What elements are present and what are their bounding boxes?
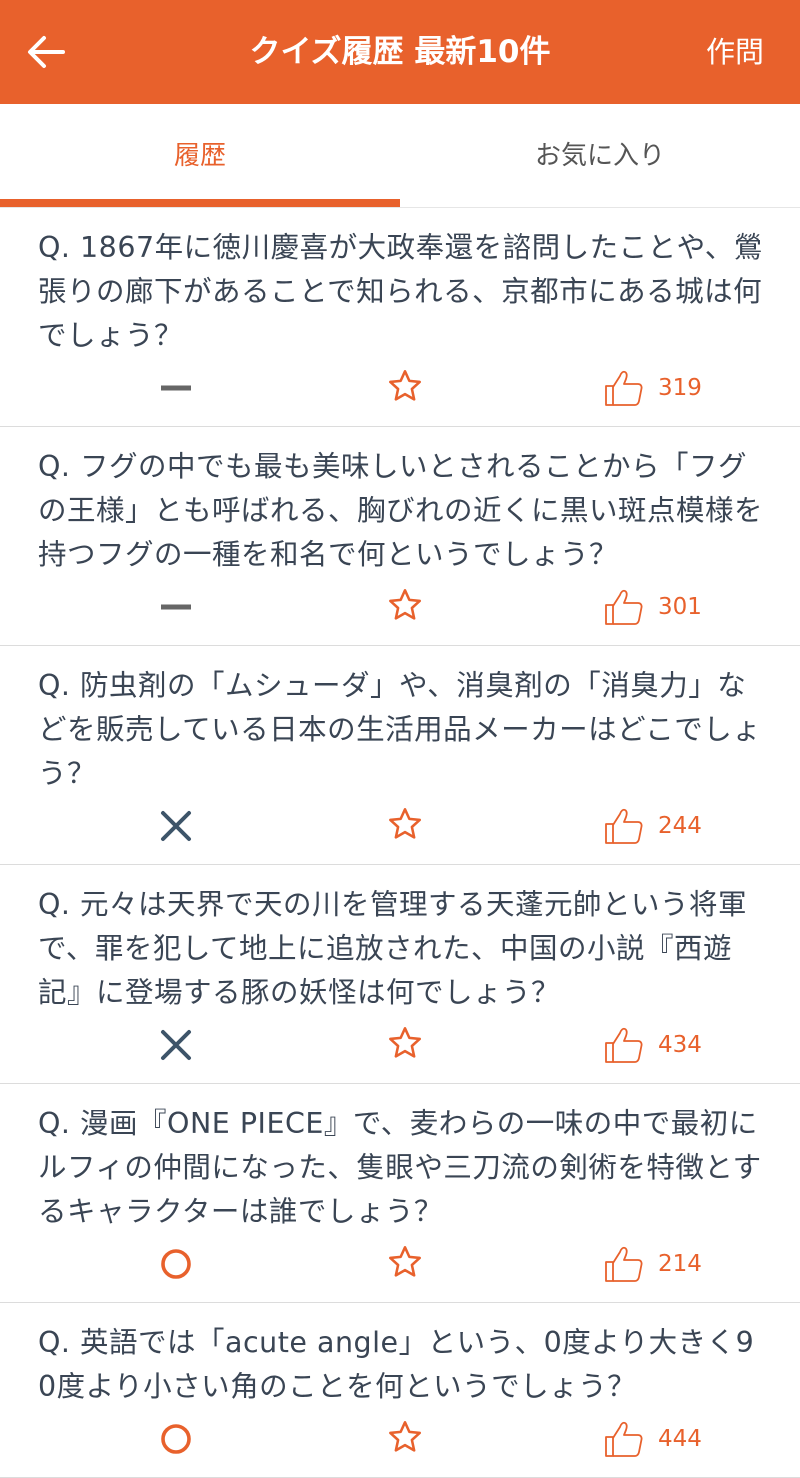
thumbs-up-icon bbox=[605, 589, 643, 625]
tab-favorites[interactable]: お気に入り bbox=[400, 104, 800, 208]
quiz-question: Q. 1867年に徳川慶喜が大政奉還を諮問したことや、鶯張りの廊下があることで知… bbox=[38, 231, 763, 352]
dash-icon bbox=[161, 385, 191, 391]
quiz-history-list: Q. 1867年に徳川慶喜が大政奉還を諮問したことや、鶯張りの廊下があることで知… bbox=[0, 208, 800, 1478]
page-title: クイズ履歴 最新10件 bbox=[249, 34, 551, 70]
answer-result bbox=[146, 581, 206, 633]
like-button[interactable]: 244 bbox=[604, 800, 702, 852]
star-outline-icon bbox=[389, 1027, 421, 1058]
active-tab-indicator bbox=[0, 199, 400, 207]
thumbs-up-icon bbox=[605, 808, 643, 844]
quiz-list-item[interactable]: Q. 元々は天界で天の川を管理する天蓬元帥という将軍で、罪を犯して地上に追放され… bbox=[0, 865, 800, 1084]
star-outline-icon bbox=[389, 808, 421, 839]
quiz-item-actions: 244 bbox=[38, 796, 766, 864]
quiz-list-item[interactable]: Q. 英語では「acute angle」という、0度より大きく90度より小さい角… bbox=[0, 1303, 800, 1478]
like-count: 434 bbox=[658, 1032, 702, 1058]
like-button[interactable]: 434 bbox=[604, 1019, 702, 1071]
dash-icon bbox=[161, 604, 191, 610]
tab-bar: 履歴 お気に入り bbox=[0, 104, 800, 208]
quiz-question: Q. 元々は天界で天の川を管理する天蓬元帥という将軍で、罪を犯して地上に追放され… bbox=[38, 888, 748, 1009]
favorite-button[interactable] bbox=[383, 583, 427, 627]
answer-result bbox=[146, 1238, 206, 1290]
like-count: 214 bbox=[658, 1251, 702, 1277]
thumbs-up-icon bbox=[605, 1246, 643, 1282]
like-count: 444 bbox=[658, 1426, 702, 1452]
cross-icon bbox=[161, 811, 191, 841]
answer-result bbox=[146, 362, 206, 414]
quiz-item-actions: 444 bbox=[38, 1409, 766, 1477]
thumbs-up-icon bbox=[605, 1027, 643, 1063]
like-button[interactable]: 444 bbox=[604, 1413, 702, 1465]
favorite-button[interactable] bbox=[383, 1415, 427, 1459]
like-count: 319 bbox=[658, 375, 702, 401]
favorite-button[interactable] bbox=[383, 802, 427, 846]
quiz-list-item[interactable]: Q. フグの中でも最も美味しいとされることから「フグの王様」とも呼ばれる、胸びれ… bbox=[0, 427, 800, 646]
quiz-item-actions: 434 bbox=[38, 1015, 766, 1083]
like-count: 301 bbox=[658, 594, 702, 620]
answer-result bbox=[146, 1413, 206, 1465]
thumbs-up-icon bbox=[605, 370, 643, 406]
back-button[interactable] bbox=[24, 30, 68, 74]
thumbs-up-icon bbox=[605, 1421, 643, 1457]
cross-icon bbox=[161, 1030, 191, 1060]
star-outline-icon bbox=[389, 589, 421, 620]
like-button[interactable]: 301 bbox=[604, 581, 702, 633]
like-count: 244 bbox=[658, 813, 702, 839]
circle-icon bbox=[161, 1424, 191, 1454]
favorite-button[interactable] bbox=[383, 1240, 427, 1284]
like-button[interactable]: 319 bbox=[604, 362, 702, 414]
app-header: クイズ履歴 最新10件 作問 bbox=[0, 0, 800, 104]
quiz-list-item[interactable]: Q. 1867年に徳川慶喜が大政奉還を諮問したことや、鶯張りの廊下があることで知… bbox=[0, 208, 800, 427]
answer-result bbox=[146, 800, 206, 852]
create-quiz-button[interactable]: 作問 bbox=[706, 0, 764, 104]
quiz-list-item[interactable]: Q. 防虫剤の「ムシューダ」や、消臭剤の「消臭力」などを販売している日本の生活用… bbox=[0, 646, 800, 865]
star-outline-icon bbox=[389, 1421, 421, 1452]
answer-result bbox=[146, 1019, 206, 1071]
quiz-question: Q. 英語では「acute angle」という、0度より大きく90度より小さい角… bbox=[38, 1326, 755, 1403]
quiz-question: Q. フグの中でも最も美味しいとされることから「フグの王様」とも呼ばれる、胸びれ… bbox=[38, 450, 764, 571]
arrow-left-icon bbox=[28, 36, 65, 68]
favorite-button[interactable] bbox=[383, 1021, 427, 1065]
quiz-list-item[interactable]: Q. 漫画『ONE PIECE』で、麦わらの一味の中で最初にルフィの仲間になった… bbox=[0, 1084, 800, 1303]
circle-icon bbox=[161, 1249, 191, 1279]
quiz-item-actions: 214 bbox=[38, 1234, 766, 1302]
favorite-button[interactable] bbox=[383, 364, 427, 408]
quiz-question: Q. 防虫剤の「ムシューダ」や、消臭剤の「消臭力」などを販売している日本の生活用… bbox=[38, 669, 762, 790]
star-outline-icon bbox=[389, 1246, 421, 1277]
quiz-question: Q. 漫画『ONE PIECE』で、麦わらの一味の中で最初にルフィの仲間になった… bbox=[38, 1107, 762, 1228]
quiz-item-actions: 301 bbox=[38, 577, 766, 645]
like-button[interactable]: 214 bbox=[604, 1238, 702, 1290]
quiz-item-actions: 319 bbox=[38, 358, 766, 426]
star-outline-icon bbox=[389, 370, 421, 401]
tab-history[interactable]: 履歴 bbox=[0, 104, 400, 208]
